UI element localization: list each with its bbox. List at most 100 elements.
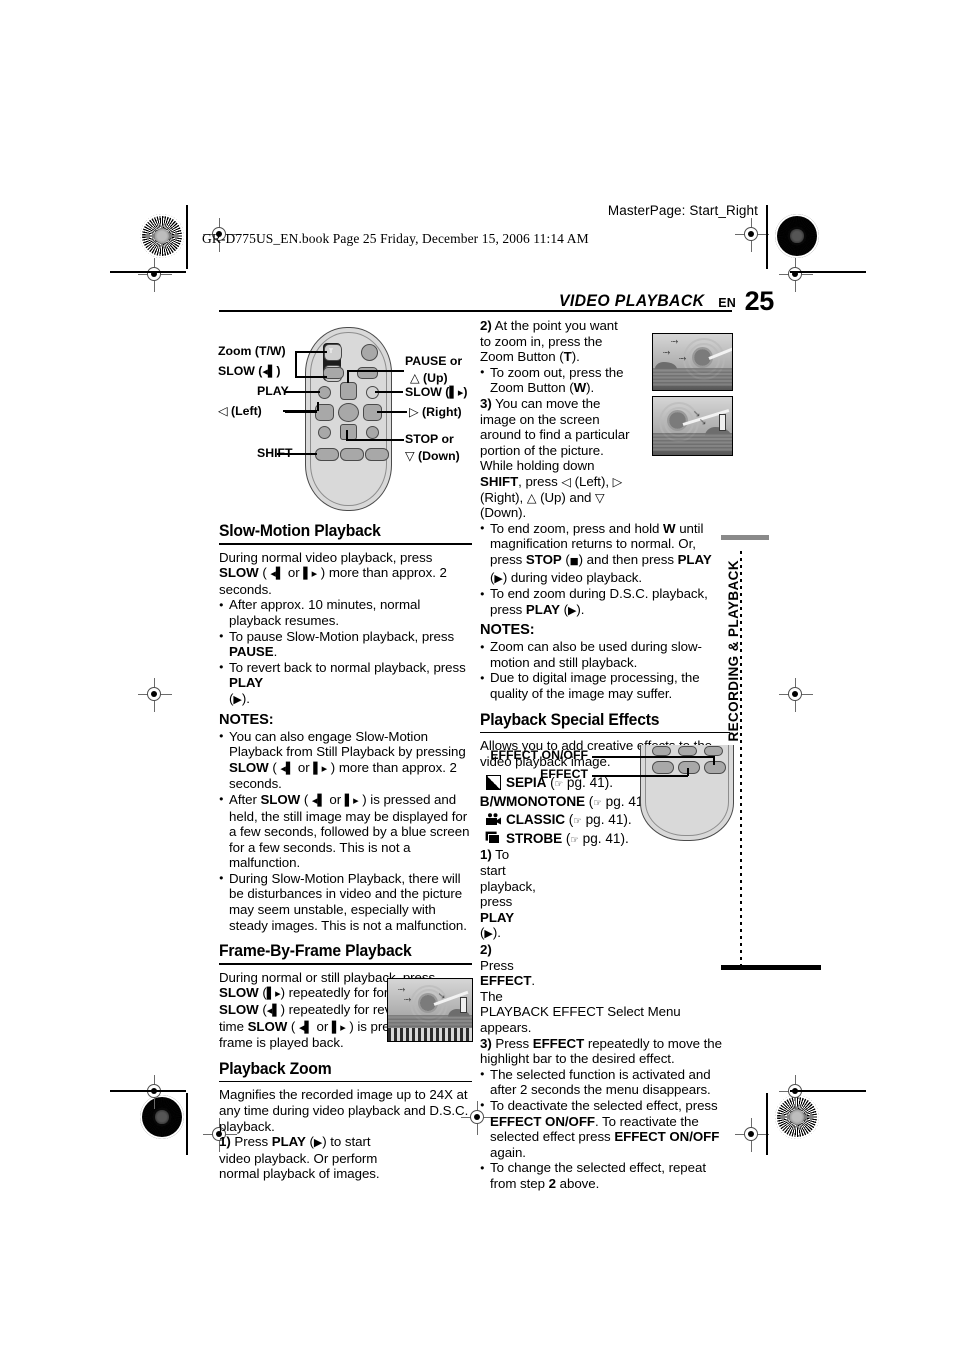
remote-aux-right-button[interactable] — [357, 367, 378, 379]
leader-effect-on-off-v — [713, 756, 715, 765]
effect-name: MONOTONE — [506, 793, 586, 809]
slow-rev-icon: ◂▌ — [270, 567, 285, 581]
label-up-text: (Up) — [423, 371, 448, 385]
page-number: 25 — [744, 286, 775, 316]
effect-name: CLASSIC — [506, 812, 565, 828]
leader-effect-on-off — [592, 756, 714, 758]
effect-remote-body — [640, 745, 734, 841]
book-filename-line: GR-D775US_EN.book Page 25 Friday, Decemb… — [202, 231, 589, 246]
side-tab-bottom-marker — [721, 965, 821, 970]
list-item: After approx. 10 minutes, normal playbac… — [219, 597, 472, 628]
play-icon: ▶ — [233, 692, 242, 706]
registration-mark-top-right — [735, 218, 769, 252]
left-column: Slow-Motion Playback During normal video… — [219, 522, 472, 1182]
photo-zoom-sample-2: ⤑ ⤑ — [652, 396, 733, 456]
label-stop: STOP or — [405, 432, 454, 446]
rule-special-effects — [480, 731, 730, 734]
remote-small-button-left[interactable] — [318, 426, 331, 439]
notes-heading-left: NOTES: — [219, 711, 274, 728]
leader-stop-v — [346, 430, 348, 440]
remote-bottom-mid-button[interactable] — [340, 448, 364, 461]
effects-step2-cont: PLAYBACK EFFECT Select Menu appears. — [480, 1004, 681, 1035]
crop-mark-top-left — [110, 271, 186, 273]
crop-mark-vert-bottom-left — [186, 1093, 188, 1155]
crop-mark-bottom-left — [110, 1090, 186, 1092]
leader-slow-right — [375, 391, 403, 393]
leader-left — [285, 411, 317, 413]
classic-icon — [480, 812, 506, 827]
remote-stop-down-button[interactable] — [340, 424, 357, 440]
slow-fwd-icon: ▌▸ — [449, 386, 464, 399]
slow-rev-icon: ◂▌ — [262, 365, 277, 378]
label-slow-right-suffix: ) — [463, 385, 468, 399]
notes-heading-right: NOTES: — [480, 622, 535, 639]
remote-small-button-right[interactable] — [366, 426, 379, 439]
list-item: To end zoom, press and hold W until magn… — [480, 520, 730, 586]
label-left-text: (Left) — [231, 404, 262, 418]
crop-mark-vert-bottom-right — [766, 1093, 768, 1155]
slow-motion-bullets: After approx. 10 minutes, normal playbac… — [219, 597, 472, 707]
leader-effect-v — [687, 768, 689, 776]
label-slow-left-text: SLOW ( — [218, 364, 263, 378]
remote-top-right-button[interactable] — [361, 344, 378, 361]
label-play: PLAY — [257, 384, 289, 398]
registration-mark-right-upper — [779, 258, 813, 292]
leader-effect — [592, 775, 688, 777]
effect-remote-top-btn-1[interactable] — [652, 746, 671, 756]
heading-playback-zoom: Playback Zoom — [219, 1059, 332, 1078]
effects-step2: 2) Press EFFECT. The — [480, 942, 536, 1004]
effect-remote-row2-btn-1[interactable] — [652, 761, 674, 774]
play-icon: ▶ — [313, 1136, 323, 1150]
language-code: EN — [718, 296, 736, 310]
heading-slow-motion: Slow-Motion Playback — [219, 522, 381, 540]
effect-button[interactable] — [678, 761, 700, 774]
rule-frame-by-frame — [219, 963, 472, 965]
effect-remote-diagram: EFFECT ON/OFF EFFECT — [490, 745, 734, 841]
label-slow-left-suffix: ) — [276, 364, 281, 378]
slow-motion-notes: You can also engage Slow-Motion Playback… — [219, 728, 472, 934]
remote-bottom-right-button[interactable] — [365, 448, 389, 461]
list-item: You can also engage Slow-Motion Playback… — [219, 728, 472, 792]
sm-intro-a: During normal video playback, press — [219, 549, 433, 565]
list-item: Zoom can also be used during slow-motion… — [480, 639, 730, 670]
sm-intro-c: ( — [258, 565, 271, 581]
list-item: To pause Slow-Motion playback, press PAU… — [219, 628, 472, 660]
leader-zoom — [295, 351, 327, 353]
effect-name: STROBE — [506, 830, 563, 846]
strobe-icon — [480, 831, 506, 845]
up-arrow-icon: △ — [410, 370, 420, 385]
sm-intro-d: or — [284, 565, 304, 581]
leader-pause-v — [347, 370, 349, 383]
effect-remote-top-btn-3[interactable] — [704, 746, 723, 756]
zoom-step2: 2) At the point you want to zoom in, pre… — [480, 318, 618, 365]
registration-mark-right-lower — [779, 1075, 813, 1109]
bw-icon: B/W — [479, 793, 507, 809]
crop-mark-vert-top-right — [766, 205, 768, 269]
registration-mark-bottom-right — [735, 1118, 769, 1152]
effect-remote-top-btn-2[interactable] — [678, 746, 697, 756]
fx-step2-num: 2) — [480, 942, 492, 957]
leader-slow-left — [285, 391, 320, 393]
label-slow-right-text: SLOW ( — [405, 385, 450, 399]
photo-zoom-sample-left: ⤑ ⤑ ⤑ — [387, 978, 473, 1042]
effect-on-off-button[interactable] — [704, 761, 726, 774]
label-right-text: (Right) — [422, 405, 462, 419]
effect-ref: pg. 41 — [605, 793, 644, 809]
crop-mark-vert-top-left — [186, 205, 188, 269]
remote-play-button[interactable] — [338, 403, 359, 422]
list-item: During Slow-Motion Playback, there will … — [219, 870, 472, 933]
leader-right — [377, 411, 407, 413]
chapter-title: VIDEO PLAYBACK — [558, 291, 704, 310]
label-down-text: (Down) — [418, 449, 460, 463]
remote-shift-button[interactable] — [315, 448, 339, 461]
list-item: To revert back to normal playback, press… — [219, 659, 472, 708]
label-left: ◁ (Left) — [218, 403, 262, 418]
effects-step3: 3) Press EFFECT repeatedly to move the h… — [480, 1035, 722, 1067]
label-effect-on-off: EFFECT ON/OFF — [490, 748, 588, 762]
pz-step1-num: 1) — [219, 1134, 231, 1150]
remote-pause-up-button[interactable] — [340, 382, 357, 400]
effects-bullets: The selected function is activated and a… — [480, 1066, 730, 1192]
playback-zoom-body: Magnifies the recorded image up to 24X a… — [219, 1087, 469, 1134]
right-arrow-icon: ▷ — [409, 404, 419, 419]
masterpage-label: MasterPage: Start_Right — [607, 203, 758, 218]
